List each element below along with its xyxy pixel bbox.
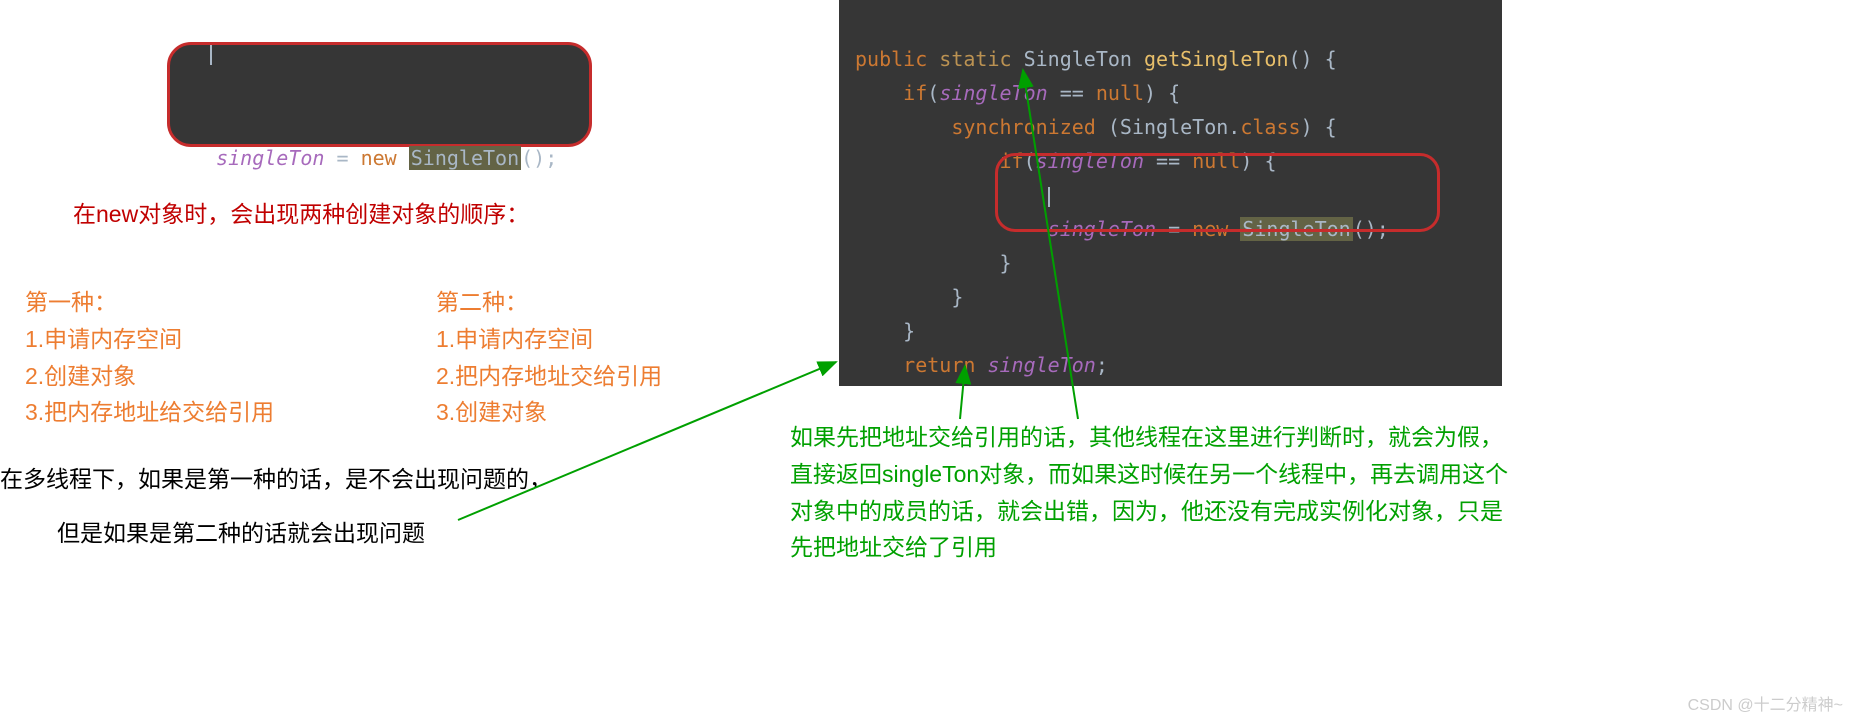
option-first-title: 第一种： — [25, 284, 274, 321]
highlight-box-new-statement — [995, 153, 1440, 232]
code-snippet-small: singleTon = new SingleTon(); — [167, 42, 592, 147]
option-first: 第一种： 1.申请内存空间 2.创建对象 3.把内存地址给交给引用 — [25, 284, 274, 431]
option-first-step3: 3.把内存地址给交给引用 — [25, 394, 274, 431]
option-second-step3: 3.创建对象 — [436, 394, 662, 431]
option-second-step1: 1.申请内存空间 — [436, 321, 662, 358]
option-second-step2: 2.把内存地址交给引用 — [436, 358, 662, 395]
option-first-step1: 1.申请内存空间 — [25, 321, 274, 358]
note-black-line2: 但是如果是第二种的话就会出现问题 — [57, 513, 425, 554]
note-green: 如果先把地址交给引用的话，其他线程在这里进行判断时，就会为假，直接返回singl… — [790, 419, 1510, 566]
option-second-title: 第二种： — [436, 284, 662, 321]
note-black-line1: 在多线程下，如果是第一种的话，是不会出现问题的， — [0, 459, 552, 500]
code-token: singleTon — [216, 146, 324, 170]
watermark: CSDN @十二分精神~ — [1688, 691, 1843, 715]
note-red: 在new对象时，会出现两种创建对象的顺序： — [73, 195, 529, 229]
option-first-step2: 2.创建对象 — [25, 358, 274, 395]
option-second: 第二种： 1.申请内存空间 2.把内存地址交给引用 3.创建对象 — [436, 284, 662, 431]
